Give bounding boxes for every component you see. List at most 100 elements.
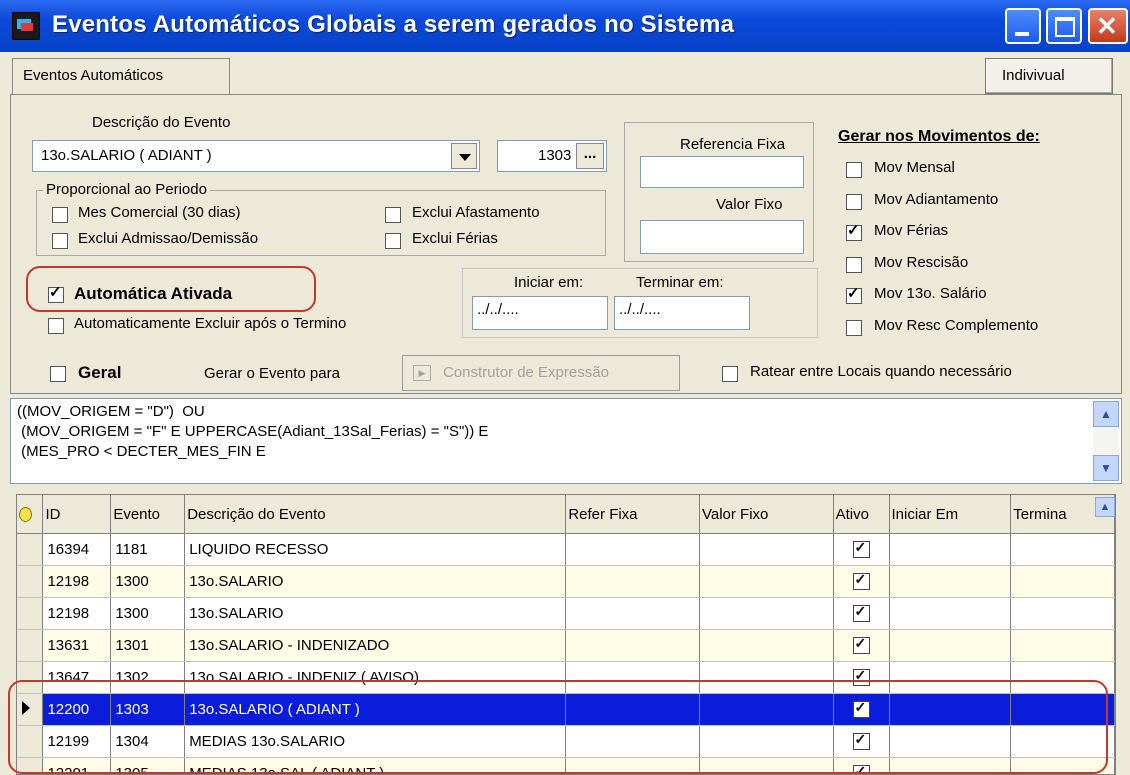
- column-header-valor-fixo[interactable]: Valor Fixo: [699, 495, 834, 534]
- cell-iniciar-em[interactable]: [889, 565, 1012, 598]
- mes-comercial-checkbox[interactable]: [52, 207, 68, 223]
- tab-eventos-automaticos[interactable]: Eventos Automáticos: [12, 58, 230, 94]
- minimize-icon: [1015, 32, 1029, 36]
- codigo-field[interactable]: 1303 ...: [497, 140, 607, 172]
- terminar-input[interactable]: ../../....: [614, 296, 750, 330]
- cell-descricao[interactable]: 13o.SALARIO - INDENIZADO: [184, 629, 567, 662]
- expression-editor[interactable]: ((MOV_ORIGEM = "D") OU (MOV_ORIGEM = "F"…: [10, 398, 1122, 484]
- cell-descricao[interactable]: 13o.SALARIO: [184, 597, 567, 630]
- column-header-refer-fixa[interactable]: Refer Fixa: [565, 495, 700, 534]
- cell-valor-fixo[interactable]: [699, 597, 834, 630]
- mov-resc-complemento-label: Mov Resc Complemento: [874, 317, 1039, 334]
- table-row[interactable]: 12198 1300 13o.SALARIO: [17, 565, 1115, 598]
- cell-valor-fixo[interactable]: [699, 533, 834, 566]
- expression-scrollbar[interactable]: ▲ ▼: [1093, 401, 1119, 481]
- cell-refer-fixa[interactable]: [565, 533, 700, 566]
- row-indicator[interactable]: [17, 565, 44, 598]
- cell-id[interactable]: 13631: [42, 629, 112, 662]
- exclui-ferias-checkbox[interactable]: [385, 233, 401, 249]
- mov-rescisao-checkbox[interactable]: [846, 257, 862, 273]
- column-header-iniciar-em[interactable]: Iniciar Em: [889, 495, 1012, 534]
- construtor-expressao-button[interactable]: ▶ Construtor de Expressão: [402, 355, 680, 391]
- grid-scroll-up-icon[interactable]: ▲: [1095, 497, 1115, 517]
- cell-ativo[interactable]: [833, 629, 890, 662]
- table-header-row: ID Evento Descrição do Evento Refer Fixa…: [17, 495, 1115, 534]
- row-indicator[interactable]: [17, 533, 44, 566]
- cell-evento[interactable]: 1300: [110, 597, 186, 630]
- referencia-fixa-input[interactable]: [640, 156, 804, 188]
- mov-resc-complemento-checkbox[interactable]: [846, 320, 862, 336]
- scroll-up-icon[interactable]: ▲: [1093, 401, 1119, 427]
- mov-13o-salario-checkbox[interactable]: [846, 285, 862, 304]
- column-header-ativo[interactable]: Ativo: [833, 495, 890, 534]
- cell-id[interactable]: 16394: [42, 533, 112, 566]
- title-bar[interactable]: Eventos Automáticos Globais a serem gera…: [0, 0, 1130, 52]
- iniciar-input[interactable]: ../../....: [472, 296, 608, 330]
- mes-comercial-label: Mes Comercial (30 dias): [78, 204, 241, 221]
- cell-termina[interactable]: [1010, 597, 1115, 630]
- exclui-ferias-label: Exclui Férias: [412, 230, 498, 247]
- exclui-afastamento-checkbox[interactable]: [385, 207, 401, 223]
- cell-termina[interactable]: [1010, 565, 1115, 598]
- table-row[interactable]: 13631 1301 13o.SALARIO - INDENIZADO: [17, 629, 1115, 662]
- app-icon[interactable]: [12, 12, 40, 40]
- cell-ativo[interactable]: [833, 597, 890, 630]
- ativo-checkbox[interactable]: [852, 539, 870, 559]
- cell-refer-fixa[interactable]: [565, 629, 700, 662]
- iniciar-value: ../../....: [477, 301, 519, 318]
- column-header-evento[interactable]: Evento: [110, 495, 186, 534]
- ratear-checkbox[interactable]: [722, 366, 738, 382]
- cell-valor-fixo[interactable]: [699, 565, 834, 598]
- cell-ativo[interactable]: [833, 565, 890, 598]
- cell-iniciar-em[interactable]: [889, 597, 1012, 630]
- ratear-label: Ratear entre Locais quando necessário: [750, 363, 1012, 380]
- row-indicator[interactable]: [17, 629, 44, 662]
- cell-valor-fixo[interactable]: [699, 629, 834, 662]
- main-window: Eventos Automáticos Globais a serem gera…: [0, 0, 1130, 775]
- cell-id[interactable]: 12198: [42, 565, 112, 598]
- cell-termina[interactable]: [1010, 629, 1115, 662]
- table-row[interactable]: 12198 1300 13o.SALARIO: [17, 597, 1115, 630]
- cell-refer-fixa[interactable]: [565, 565, 700, 598]
- valor-fixo-input[interactable]: [640, 220, 804, 254]
- mov-adiantamento-checkbox[interactable]: [846, 194, 862, 210]
- cell-descricao[interactable]: LIQUIDO RECESSO: [184, 533, 567, 566]
- exclui-admissao-checkbox[interactable]: [52, 233, 68, 249]
- geral-checkbox[interactable]: [50, 366, 66, 382]
- row-indicator[interactable]: [17, 597, 44, 630]
- cell-ativo[interactable]: [833, 533, 890, 566]
- ellipsis-button[interactable]: ...: [576, 143, 604, 169]
- expression-line: (MOV_ORIGEM = "F" E UPPERCASE(Adiant_13S…: [17, 423, 489, 440]
- column-header-id[interactable]: ID: [42, 495, 112, 534]
- chevron-down-icon[interactable]: [451, 143, 477, 169]
- maximize-button[interactable]: [1046, 8, 1082, 44]
- cell-evento[interactable]: 1301: [110, 629, 186, 662]
- table-row[interactable]: 16394 1181 LIQUIDO RECESSO: [17, 533, 1115, 566]
- cell-refer-fixa[interactable]: [565, 597, 700, 630]
- scroll-down-icon[interactable]: ▼: [1093, 455, 1119, 481]
- automatica-ativada-checkbox[interactable]: [48, 284, 64, 303]
- cell-termina[interactable]: [1010, 533, 1115, 566]
- ativo-checkbox[interactable]: [852, 571, 870, 591]
- mov-rescisao-label: Mov Rescisão: [874, 254, 969, 271]
- minimize-button[interactable]: [1005, 8, 1041, 44]
- individual-button[interactable]: Indivivual: [985, 58, 1113, 94]
- cell-descricao[interactable]: 13o.SALARIO: [184, 565, 567, 598]
- column-header-descricao[interactable]: Descrição do Evento: [184, 495, 567, 534]
- cell-iniciar-em[interactable]: [889, 629, 1012, 662]
- tab-label: Eventos Automáticos: [23, 67, 164, 84]
- codigo-value: 1303: [538, 147, 572, 164]
- close-button[interactable]: ✕: [1088, 8, 1128, 44]
- mov-mensal-checkbox[interactable]: [846, 162, 862, 178]
- mov-ferias-label: Mov Férias: [874, 222, 949, 239]
- mov-ferias-checkbox[interactable]: [846, 222, 862, 241]
- cell-evento[interactable]: 1181: [110, 533, 186, 566]
- cell-evento[interactable]: 1300: [110, 565, 186, 598]
- cell-id[interactable]: 12198: [42, 597, 112, 630]
- cell-iniciar-em[interactable]: [889, 533, 1012, 566]
- automatica-ativada-label: Automática Ativada: [74, 284, 233, 303]
- ativo-checkbox[interactable]: [852, 603, 870, 623]
- auto-excluir-checkbox[interactable]: [48, 318, 64, 334]
- descricao-combo[interactable]: 13o.SALARIO ( ADIANT ): [32, 140, 480, 172]
- ativo-checkbox[interactable]: [852, 635, 870, 655]
